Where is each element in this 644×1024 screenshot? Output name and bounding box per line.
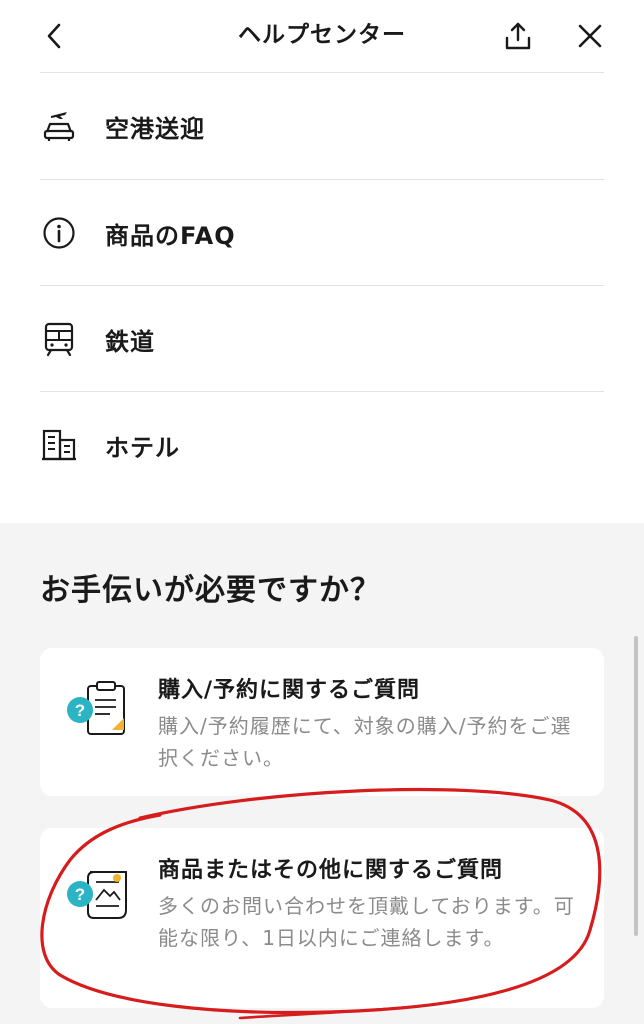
help-section-title: お手伝いが必要ですか？ xyxy=(40,573,381,608)
train-icon xyxy=(40,320,78,358)
product-question-card[interactable]: ? 商品またはその他に関するご質問 多くのお問い合わせを頂戴しております。可能な… xyxy=(40,828,604,1008)
close-button[interactable] xyxy=(572,18,608,54)
help-section: お手伝いが必要ですか？ ? 購入/予約に関するご質問 購入/予約履歴にて、対象の… xyxy=(0,523,644,1024)
card-title: 購入/予約に関するご質問 xyxy=(158,678,421,703)
svg-text:?: ? xyxy=(75,701,85,720)
product-question-icon: ? xyxy=(64,864,134,926)
hotel-icon xyxy=(40,426,78,464)
menu-item-label: ホテル xyxy=(105,433,180,462)
airport-transfer-icon xyxy=(40,107,78,145)
scrollbar[interactable] xyxy=(634,636,638,936)
menu-item-label: 空港送迎 xyxy=(105,114,205,143)
menu-item-hotel[interactable]: ホテル xyxy=(40,392,604,498)
svg-text:?: ? xyxy=(75,885,85,904)
menu-item-label: 鉄道 xyxy=(105,327,155,356)
page-title: ヘルプセンター xyxy=(238,22,406,48)
share-button[interactable] xyxy=(500,18,536,54)
booking-question-icon: ? xyxy=(64,680,134,742)
menu-item-label: 商品のFAQ xyxy=(105,221,236,250)
menu-item-train[interactable]: 鉄道 xyxy=(40,286,604,392)
card-title: 商品またはその他に関するご質問 xyxy=(158,858,504,883)
card-description: 多くのお問い合わせを頂戴しております。可能な限り、1日以内にご連絡します。 xyxy=(158,894,575,950)
share-icon xyxy=(505,22,531,50)
menu-item-airport-transfer[interactable]: 空港送迎 xyxy=(40,73,604,179)
card-description: 購入/予約履歴にて、対象の購入/予約をご選択ください。 xyxy=(158,714,572,770)
info-icon xyxy=(40,214,78,252)
header-bar: ヘルプセンター xyxy=(0,0,644,72)
booking-question-card[interactable]: ? 購入/予約に関するご質問 購入/予約履歴にて、対象の購入/予約をご選択くださ… xyxy=(40,648,604,796)
close-icon xyxy=(578,24,602,48)
menu-item-product-faq[interactable]: 商品のFAQ xyxy=(40,180,604,286)
